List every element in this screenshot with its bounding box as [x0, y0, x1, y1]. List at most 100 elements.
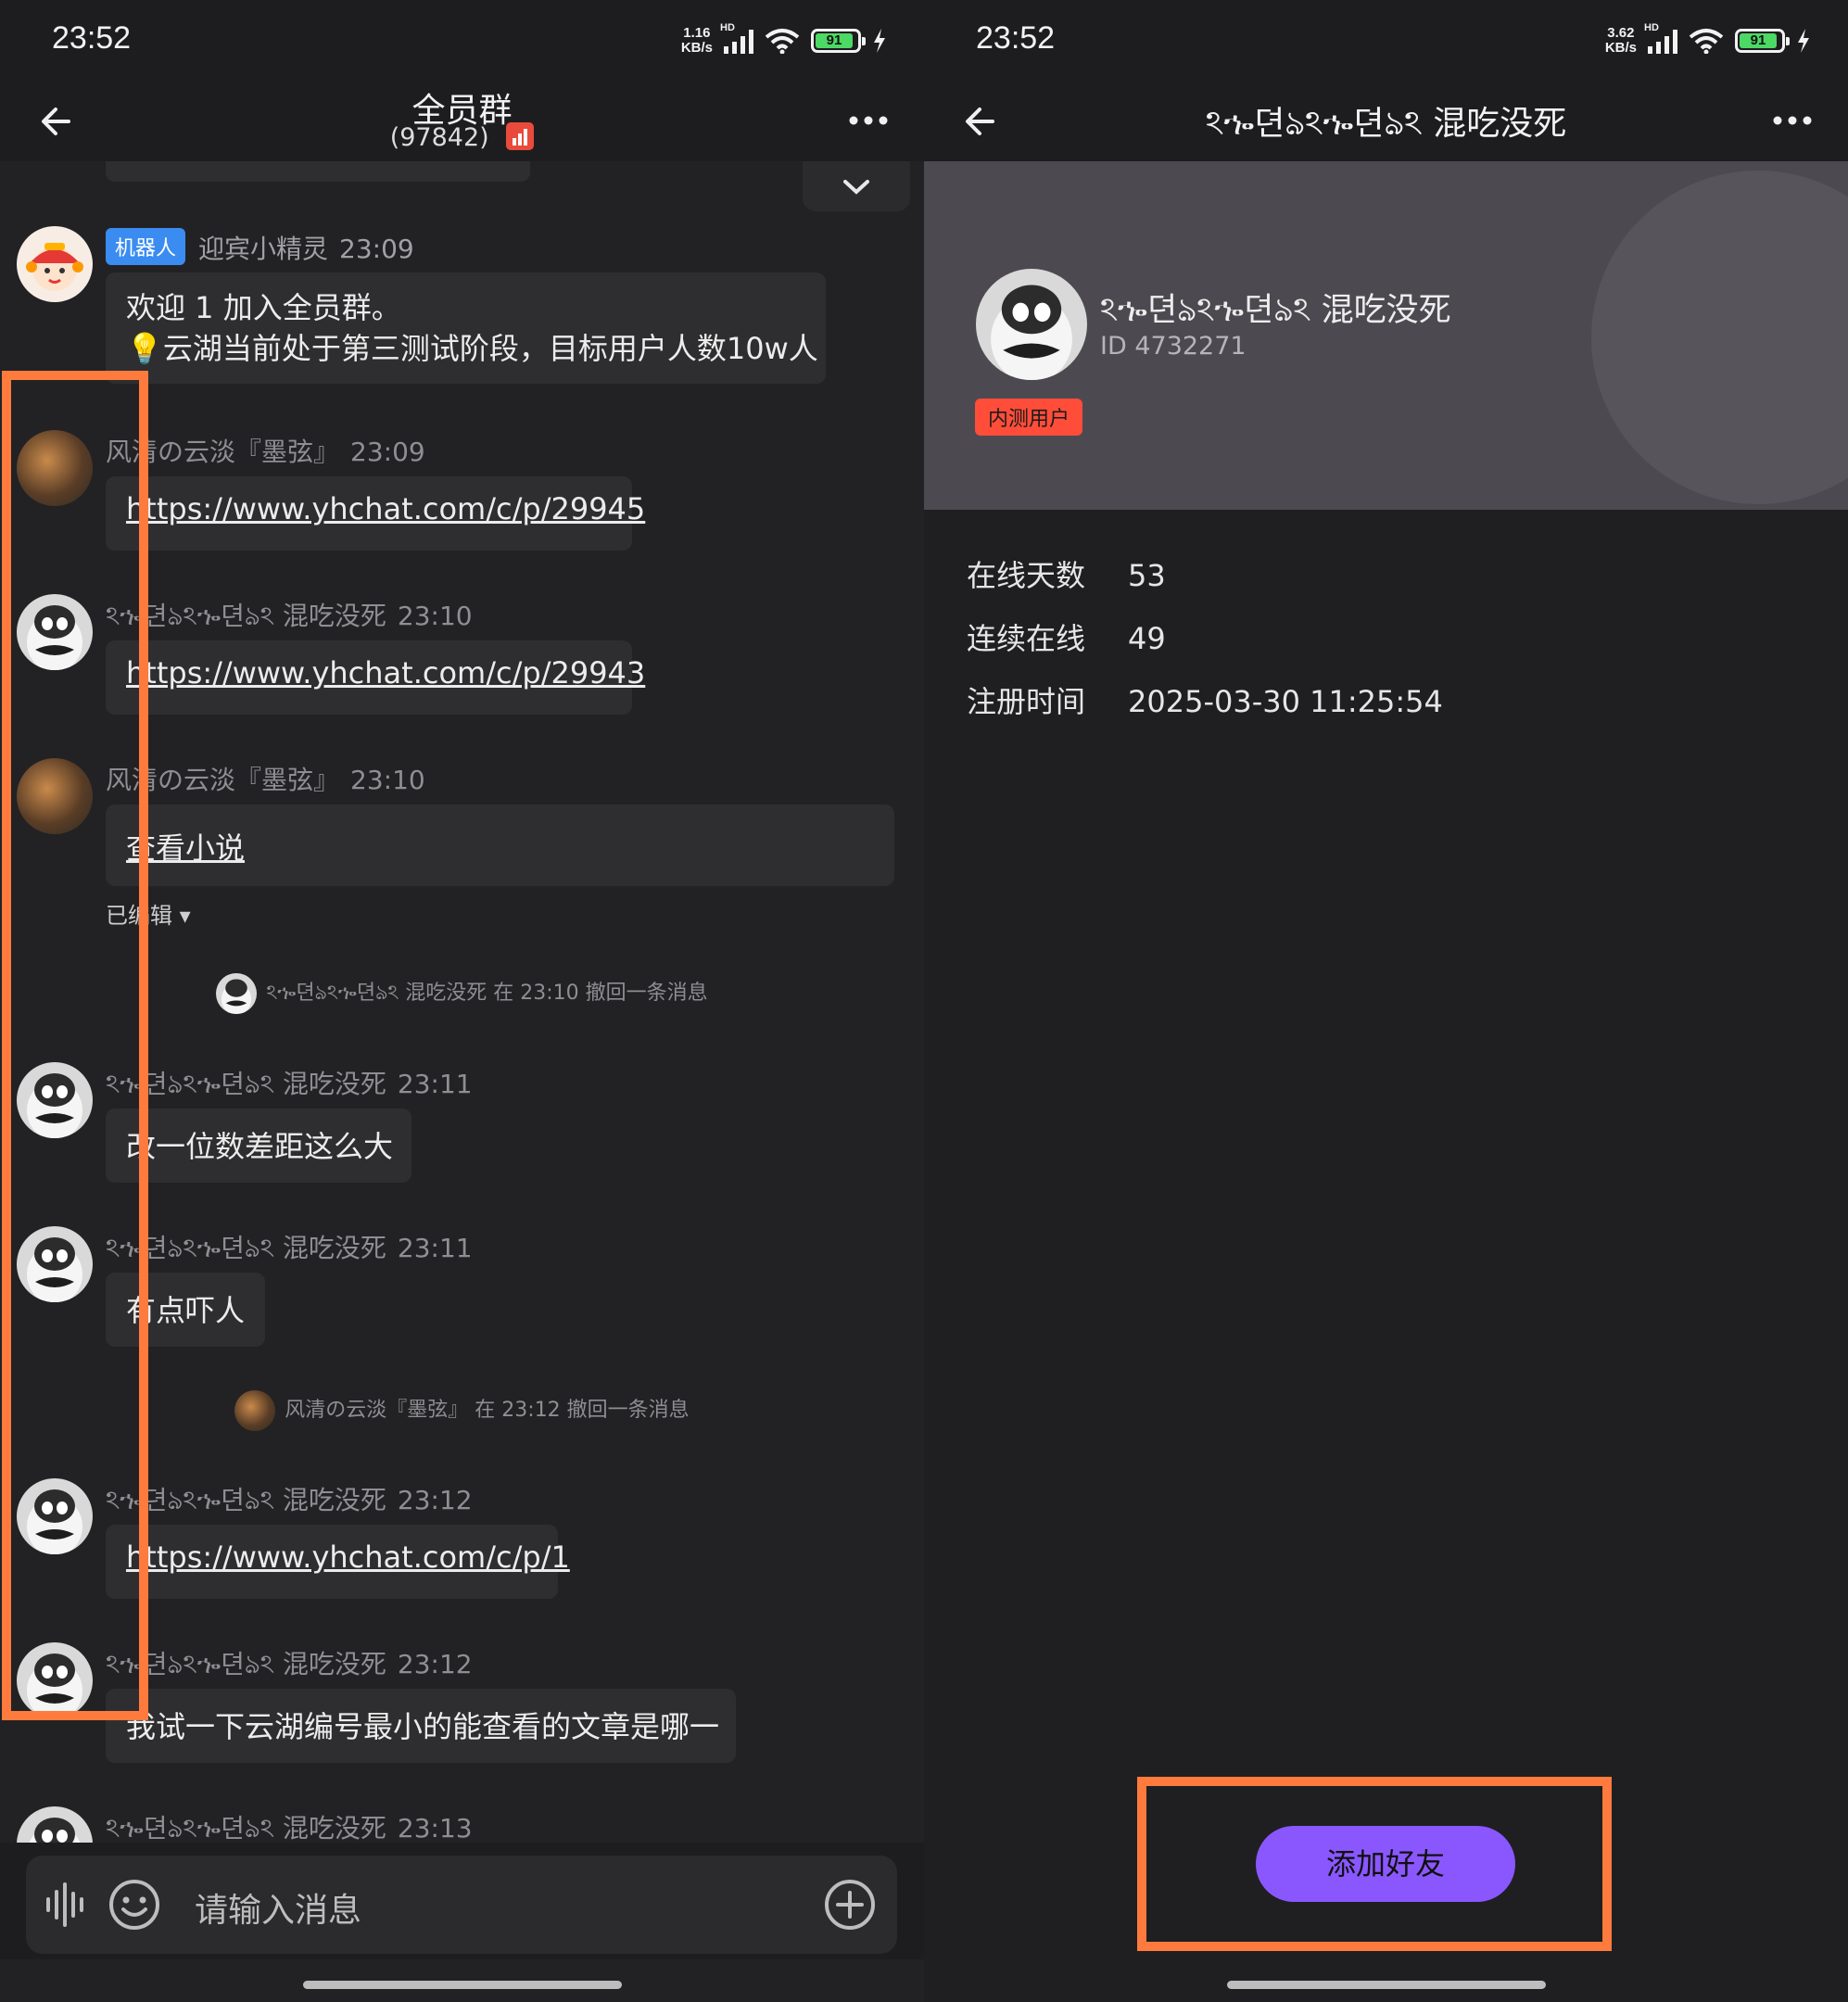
sender-name[interactable]: ঽኈ뎐ঌঽኈ뎐ঌঽ 混吃没死: [106, 1813, 386, 1843]
battery-icon: 91: [811, 29, 866, 53]
message-link[interactable]: 查看小说: [126, 830, 245, 866]
message-meta: 风清の云淡『墨弦』 23:10: [106, 760, 425, 797]
message-time: 23:10: [350, 765, 425, 795]
network-speed: 1.16 KB/s: [680, 25, 713, 56]
status-icons: 3.62 KB/s HD 91: [1605, 22, 1811, 57]
message-input[interactable]: 请输入消息: [26, 1856, 897, 1954]
signal-icon: HD: [1644, 22, 1677, 54]
message-time: 23:12: [397, 1649, 473, 1679]
message-bubble[interactable]: https://www.yhchat.com/c/p/29943: [106, 640, 645, 715]
penguin-avatar: [216, 973, 258, 1014]
stat-online-days: 在线天数 53: [967, 558, 1166, 593]
profile-banner: ঽኈ뎐ঌঽኈ뎐ঌঽ 混吃没死 ID 4732271 内测用户: [924, 161, 1848, 510]
input-placeholder: 请输入消息: [195, 1892, 362, 1930]
more-options-icon[interactable]: [844, 102, 892, 139]
stat-consecutive-online: 连续在线 49: [967, 621, 1166, 656]
member-count-row: (97842): [0, 122, 924, 152]
penguin-avatar[interactable]: [17, 594, 93, 670]
message-meta: 机器人 迎宾小精灵 23:09: [106, 228, 414, 266]
message-time: 23:13: [397, 1813, 473, 1843]
avatar[interactable]: [17, 758, 93, 834]
scroll-down-button[interactable]: [803, 161, 910, 211]
message-link[interactable]: https://www.yhchat.com/c/p/29943: [126, 655, 645, 691]
profile-avatar[interactable]: [976, 269, 1087, 380]
signal-icon: HD: [720, 22, 753, 54]
profile-name: ঽኈ뎐ঌঽኈ뎐ঌঽ 混吃没死: [1100, 292, 1451, 329]
message-meta: ঽኈ뎐ঌঽኈ뎐ঌঽ 混吃没死 23:10: [106, 596, 473, 640]
message-bubble[interactable]: 改一位数差距这么大: [106, 1109, 411, 1183]
penguin-avatar[interactable]: [17, 1642, 93, 1718]
message-text: 改一位数差距这么大: [126, 1129, 394, 1164]
sender-name[interactable]: ঽኈ뎐ঌঽኈ뎐ঌঽ 混吃没死: [106, 601, 386, 631]
add-friend-button[interactable]: 添加好友: [1256, 1826, 1515, 1902]
message-time: 23:12: [397, 1485, 473, 1515]
stat-register-time: 注册时间 2025-03-30 11:25:54: [967, 684, 1443, 719]
message-time: 23:09: [339, 234, 414, 264]
home-indicator[interactable]: [1226, 1981, 1546, 1989]
more-options-icon[interactable]: [1768, 102, 1816, 139]
message-meta: ঽኈ뎐ঌঽኈ뎐ঌঽ 混吃没死 23:13: [106, 1808, 473, 1843]
bot-tag: 机器人: [106, 228, 186, 265]
sender-name[interactable]: 风清の云淡『墨弦』: [106, 765, 339, 795]
penguin-avatar[interactable]: [17, 1226, 93, 1302]
recall-notice: ঽኈ뎐ঌঽኈ뎐ঌঽ 混吃没死 在 23:10 撤回一条消息: [0, 973, 924, 1014]
message-meta: ঽኈ뎐ঌঽኈ뎐ঌঽ 混吃没死 23:12: [106, 1480, 473, 1524]
message-bubble[interactable]: 查看小说: [106, 805, 894, 886]
status-time: 23:52: [52, 20, 132, 56]
sender-name[interactable]: 风清の云淡『墨弦』: [106, 437, 339, 467]
message-bubble[interactable]: https://www.yhchat.com/c/p/1: [106, 1525, 570, 1599]
message-meta: ঽኈ뎐ঌঽኈ뎐ঌঽ 混吃没死 23:11: [106, 1064, 473, 1108]
emoji-icon[interactable]: [108, 1878, 161, 1932]
profile-screen: 23:52 3.62 KB/s HD 91 ঽኈ뎐ঌঽኈ뎐ঌঽ 混吃没死 ঽኈ뎐ঌ…: [924, 0, 1848, 2002]
charging-icon: [874, 29, 885, 53]
message-meta: ঽኈ뎐ঌঽኈ뎐ঌঽ 混吃没死 23:12: [106, 1644, 473, 1688]
input-bar: 请输入消息: [0, 1843, 924, 1959]
home-indicator[interactable]: [302, 1981, 622, 1989]
profile-header: ঽኈ뎐ঌঽኈ뎐ঌঽ 混吃没死: [924, 82, 1848, 161]
chat-header: 全员群 (97842): [0, 82, 924, 161]
profile-title: ঽኈ뎐ঌঽኈ뎐ঌঽ 混吃没死: [1205, 105, 1567, 143]
message-text: 有点吓人: [126, 1293, 246, 1328]
status-bar: 23:52 1.16 KB/s HD 91: [0, 0, 924, 82]
member-count: (97842): [389, 123, 489, 152]
sender-name[interactable]: ঽኈ뎐ঌঽኈ뎐ঌঽ 混吃没死: [106, 1485, 386, 1515]
avatar[interactable]: [17, 430, 93, 506]
message-bubble[interactable]: 我试一下云湖编号最小的能查看的文章是哪一: [106, 1689, 736, 1763]
banner-decoration: [1591, 171, 1848, 504]
group-level-icon: [506, 122, 535, 150]
message-time: 23:11: [397, 1233, 473, 1263]
message-bubble[interactable]: https://www.yhchat.com/c/p/29945: [106, 476, 645, 551]
message-bubble[interactable]: 欢迎 1 加入全员群。 💡云湖当前处于第三测试阶段，目标用户人数10w人: [106, 272, 826, 384]
sender-name[interactable]: ঽኈ뎐ঌঽኈ뎐ঌঽ 混吃没死: [106, 1233, 386, 1263]
message-link[interactable]: https://www.yhchat.com/c/p/29945: [126, 491, 645, 526]
voice-icon[interactable]: [43, 1881, 87, 1929]
penguin-avatar[interactable]: [17, 1062, 93, 1138]
message-link[interactable]: https://www.yhchat.com/c/p/1: [126, 1540, 570, 1575]
message-list[interactable]: 机器人 迎宾小精灵 23:09 欢迎 1 加入全员群。 💡云湖当前处于第三测试阶段，…: [0, 161, 924, 1843]
message-time: 23:09: [350, 437, 425, 467]
penguin-avatar[interactable]: [17, 1806, 93, 1843]
profile-id: ID 4732271: [1100, 332, 1247, 361]
previous-message-bubble: [106, 161, 530, 182]
charging-icon: [1798, 29, 1809, 53]
beta-user-badge: 内测用户: [975, 399, 1083, 436]
battery-icon: 91: [1735, 29, 1790, 53]
message-meta: ঽኈ뎐ঌঽኈ뎐ঌঽ 混吃没死 23:11: [106, 1228, 473, 1272]
bot-avatar[interactable]: [17, 226, 93, 302]
sender-name[interactable]: 迎宾小精灵: [198, 234, 328, 264]
plus-icon[interactable]: [823, 1878, 877, 1932]
penguin-avatar[interactable]: [17, 1478, 93, 1554]
message-bubble[interactable]: 有点吓人: [106, 1273, 265, 1347]
status-time: 23:52: [976, 20, 1056, 56]
chevron-down-icon: [843, 180, 869, 195]
avatar: [234, 1390, 276, 1431]
sender-name[interactable]: ঽኈ뎐ঌঽኈ뎐ঌঽ 混吃没死: [106, 1069, 386, 1099]
message-time: 23:11: [397, 1069, 473, 1099]
status-icons: 1.16 KB/s HD 91: [680, 22, 887, 57]
message-text: 我试一下云湖编号最小的能查看的文章是哪一: [126, 1709, 720, 1744]
group-chat-screen: 23:52 1.16 KB/s HD 91 全员群 (97842) 机器人 迎宾…: [0, 0, 924, 2002]
wifi-icon: [1689, 29, 1724, 54]
sender-name[interactable]: ঽኈ뎐ঌঽኈ뎐ঌঽ 混吃没死: [106, 1649, 386, 1679]
recall-notice: 风清の云淡『墨弦』 在 23:12 撤回一条消息: [0, 1390, 924, 1431]
edited-indicator[interactable]: 已编辑 ▾: [106, 897, 191, 930]
